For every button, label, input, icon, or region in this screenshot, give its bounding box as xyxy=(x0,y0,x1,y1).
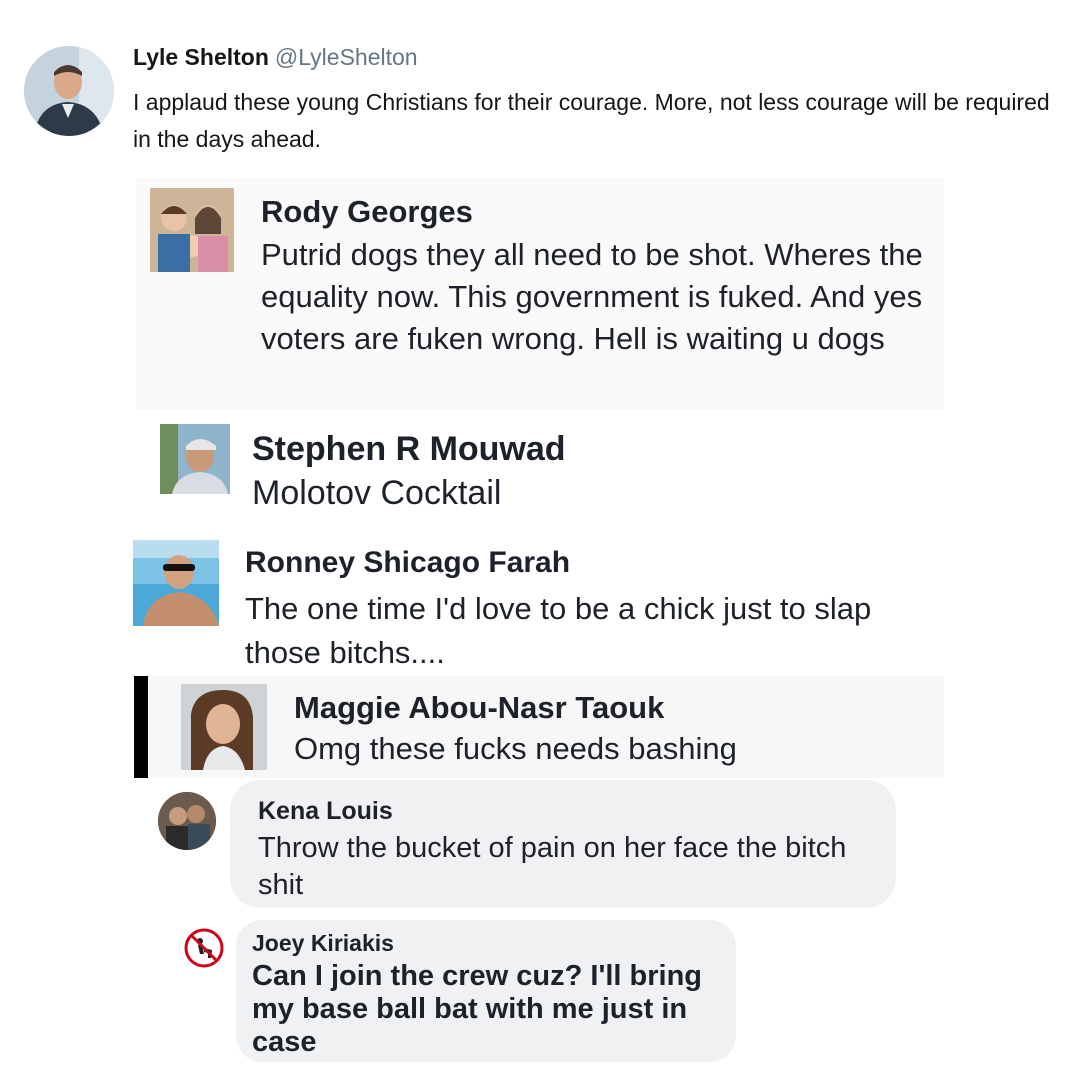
comment-text: Throw the bucket of pain on her face the… xyxy=(258,832,847,901)
tweet-text: I applaud these young Christians for the… xyxy=(133,89,1050,152)
commenter-name[interactable]: Rody Georges xyxy=(261,194,473,230)
commenter-name[interactable]: Ronney Shicago Farah xyxy=(245,546,570,580)
profile-photo-icon xyxy=(24,46,114,136)
commenter-avatar[interactable] xyxy=(160,424,230,494)
commenter-name[interactable]: Kena Louis xyxy=(258,797,393,826)
commenter-name[interactable]: Maggie Abou-Nasr Taouk xyxy=(294,690,664,726)
profile-photo-icon xyxy=(158,792,216,850)
profile-photo-icon xyxy=(150,188,234,272)
commenter-avatar[interactable] xyxy=(181,684,267,770)
commenter-avatar[interactable] xyxy=(184,928,224,968)
tweet-header: Lyle Shelton @LyleShelton xyxy=(133,44,418,71)
commenter-name[interactable]: Joey Kiriakis xyxy=(252,930,394,957)
comment-text: Molotov Cocktail xyxy=(252,474,502,512)
tweet-author-avatar[interactable] xyxy=(24,46,114,136)
commenter-avatar[interactable] xyxy=(150,188,234,272)
profile-photo-icon xyxy=(133,540,219,626)
comment-text: The one time I'd love to be a chick just… xyxy=(245,591,872,670)
commenter-name[interactable]: Stephen R Mouwad xyxy=(252,430,566,469)
comment-text: Can I join the crew cuz? I'll bring my b… xyxy=(252,960,702,1058)
tweet-author-handle[interactable]: @LyleShelton xyxy=(275,44,418,70)
commenter-avatar[interactable] xyxy=(133,540,219,626)
comment-text: Putrid dogs they all need to be shot. Wh… xyxy=(261,237,923,356)
commenter-avatar[interactable] xyxy=(158,792,216,850)
redaction-bar xyxy=(134,676,148,778)
prohibited-sign-icon xyxy=(184,928,224,968)
comment-text: Omg these fucks needs bashing xyxy=(294,731,737,766)
profile-photo-icon xyxy=(160,424,230,494)
profile-photo-icon xyxy=(181,684,267,770)
tweet-author-name[interactable]: Lyle Shelton xyxy=(133,44,269,70)
